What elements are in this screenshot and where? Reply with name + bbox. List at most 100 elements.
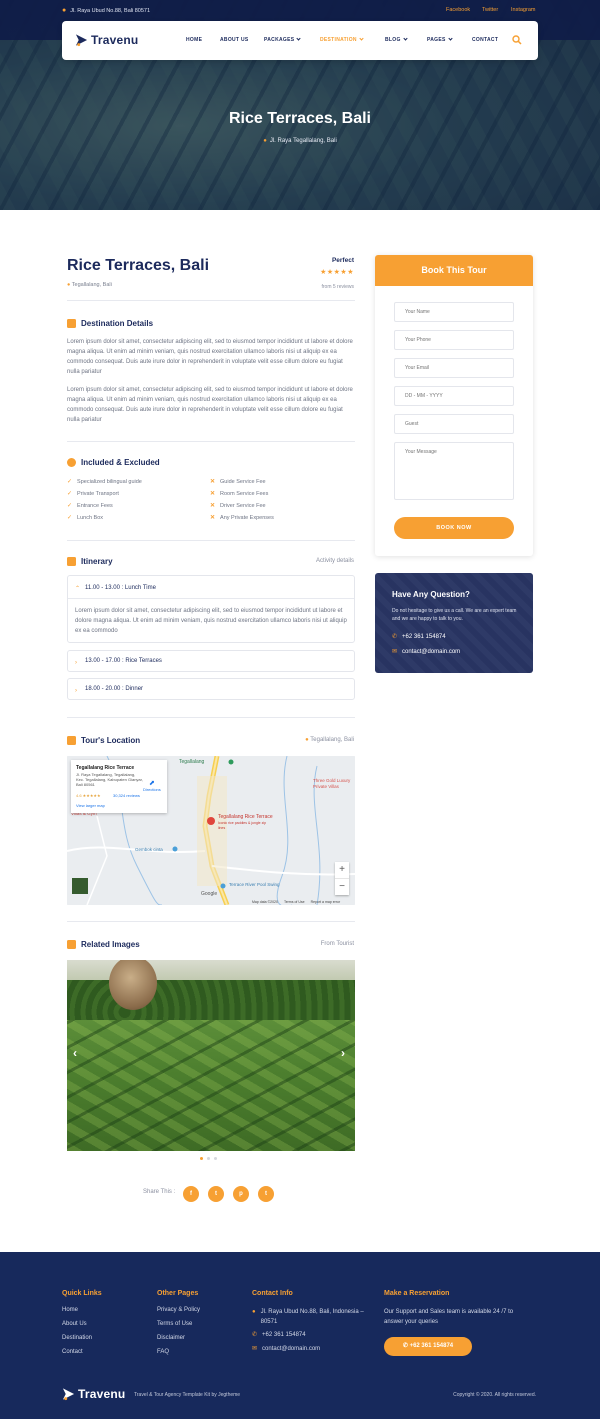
message-field[interactable]	[394, 442, 514, 500]
itinerary-item[interactable]: › 13.00 - 17.00 : Rice Terraces	[67, 650, 355, 672]
excluded-item: ✕ Guide Service Fee	[210, 479, 266, 485]
mail-icon: ✉	[392, 649, 398, 655]
rating-label: Perfect	[331, 257, 354, 264]
slider-dot[interactable]	[207, 1157, 210, 1160]
view-larger-map-link[interactable]: View larger map	[76, 803, 105, 808]
map-label: Gembok cinta	[135, 847, 163, 852]
facebook-link[interactable]: Facebook	[446, 7, 470, 13]
share-twitter-icon[interactable]: t	[208, 1186, 224, 1202]
star-rating: ★★★★★	[320, 269, 354, 276]
slider-prev-icon[interactable]: ‹	[73, 1046, 77, 1060]
reservation-heading: Make a Reservation	[384, 1290, 450, 1297]
email-field[interactable]	[394, 358, 514, 378]
cross-icon: ✕	[210, 479, 216, 485]
location-pin-icon: ●	[263, 138, 267, 144]
location-pin-icon: ●	[62, 7, 67, 14]
map-zoom-control: + −	[335, 862, 349, 895]
divider	[68, 598, 354, 599]
share-facebook-icon[interactable]: f	[183, 1186, 199, 1202]
hero-location: ● Jl. Raya Tegallalang, Bali	[263, 138, 337, 144]
related-image-slider[interactable]: ‹ ›	[67, 960, 355, 1151]
image-icon	[67, 940, 76, 949]
document-icon	[67, 319, 76, 328]
location-pin-icon: ●	[305, 737, 309, 743]
chevron-down-icon	[296, 36, 301, 41]
call-button[interactable]: ✆ +62 361 154874	[384, 1337, 472, 1356]
location-pin-icon: ●	[67, 282, 71, 288]
footer-link-disclaimer[interactable]: Disclaimer	[157, 1335, 185, 1341]
footer-phone[interactable]: ✆ +62 361 154874	[252, 1331, 306, 1338]
included-item: ✓ Private Transport	[67, 491, 119, 497]
slider-dot[interactable]	[214, 1157, 217, 1160]
nav-pages[interactable]: PAGES	[427, 36, 453, 43]
question-email[interactable]: ✉ contact@domain.com	[392, 648, 460, 655]
footer-link-faq[interactable]: FAQ	[157, 1349, 169, 1355]
included-item: ✓ Specialized bilingual guide	[67, 479, 142, 485]
chevron-down-icon	[359, 36, 364, 41]
location-pin-icon: ●	[252, 1309, 256, 1315]
footer-logo[interactable]: Travenu	[62, 1387, 125, 1401]
footer-tagline: Travel & Tour Agency Template Kit by Jeg…	[134, 1392, 241, 1398]
excluded-item: ✕ Room Service Fees	[210, 491, 269, 497]
footer-link-about[interactable]: About Us	[62, 1321, 87, 1327]
zoom-out-button[interactable]: −	[335, 878, 349, 894]
share-tumblr-icon[interactable]: t	[258, 1186, 274, 1202]
footer-link-destination[interactable]: Destination	[62, 1335, 92, 1341]
footer-email[interactable]: ✉ contact@domain.com	[252, 1345, 320, 1352]
map-reviews-link[interactable]: 30,324 reviews	[113, 793, 140, 798]
share-pinterest-icon[interactable]: p	[233, 1186, 249, 1202]
chevron-right-icon: ›	[75, 660, 77, 666]
chevron-down-icon	[448, 36, 453, 41]
slider-next-icon[interactable]: ›	[341, 1046, 345, 1060]
booking-heading: Book This Tour	[375, 255, 533, 286]
map-rating: 4.6 ★★★★★	[76, 793, 101, 798]
related-heading: Related Images	[67, 940, 140, 949]
excluded-item: ✕ Any Private Expenses	[210, 515, 274, 521]
cross-icon: ✕	[210, 491, 216, 497]
footer-link-contact[interactable]: Contact	[62, 1349, 83, 1355]
destination-title: Rice Terraces, Bali	[67, 257, 210, 274]
itinerary-item-open[interactable]: ⌃ 11.00 - 13.00 : Lunch Time Lorem ipsum…	[67, 575, 355, 643]
nav-blog[interactable]: BLOG	[385, 36, 408, 43]
brand-logo[interactable]: Travenu	[75, 33, 138, 47]
twitter-link[interactable]: Twitter	[482, 7, 498, 13]
map-icon	[67, 736, 76, 745]
map-label: Three Gold Luxury Private Villas	[313, 778, 351, 789]
instagram-link[interactable]: Instagram	[511, 7, 535, 13]
check-icon: ✓	[67, 479, 73, 485]
nav-packages[interactable]: PACKAGES	[264, 36, 301, 43]
question-heading: Have Any Question?	[392, 590, 470, 599]
nav-contact[interactable]: CONTACT	[472, 37, 498, 43]
details-heading: Destination Details	[67, 319, 153, 328]
copyright: Copyright © 2020. All rights reserved.	[453, 1392, 536, 1398]
included-item: ✓ Lunch Box	[67, 515, 104, 521]
guest-field[interactable]	[394, 414, 514, 434]
phone-field[interactable]	[394, 330, 514, 350]
nav-about[interactable]: ABOUT US	[220, 37, 249, 43]
footer-link-home[interactable]: Home	[62, 1307, 78, 1313]
name-field[interactable]	[394, 302, 514, 322]
divider	[67, 717, 355, 718]
itinerary-body: Lorem ipsum dolor sit amet, consectetur …	[75, 608, 347, 634]
footer-link-terms[interactable]: Terms of Use	[157, 1321, 192, 1327]
question-phone[interactable]: ✆ +62 361 154874	[392, 633, 446, 640]
details-paragraph: Lorem ipsum dolor sit amet, consectetur …	[67, 387, 353, 423]
destination-location: ● Tegallalang, Bali	[67, 282, 112, 288]
question-card: Have Any Question? Do not hesitage to gi…	[375, 573, 533, 673]
nav-destination[interactable]: DESTINATION	[320, 36, 364, 43]
brand-name: Travenu	[78, 1387, 126, 1401]
date-field[interactable]	[394, 386, 514, 406]
nav-home[interactable]: HOME	[186, 37, 202, 43]
zoom-in-button[interactable]: +	[335, 862, 349, 878]
phone-icon: ✆	[402, 1343, 410, 1349]
book-now-button[interactable]: BOOK NOW	[394, 517, 514, 539]
chevron-up-icon: ⌃	[75, 586, 81, 592]
brand-name: Travenu	[91, 33, 139, 47]
footer-link-privacy[interactable]: Privacy & Policy	[157, 1307, 200, 1313]
excluded-item: ✕ Driver Service Fee	[210, 503, 266, 509]
search-icon[interactable]	[512, 35, 522, 45]
itinerary-item[interactable]: › 18.00 - 20.00 : Dinner	[67, 678, 355, 700]
slider-dot[interactable]	[200, 1157, 203, 1160]
directions-link[interactable]: ⬈ Directions	[143, 779, 161, 792]
map-label: Tegallalang	[179, 759, 205, 765]
